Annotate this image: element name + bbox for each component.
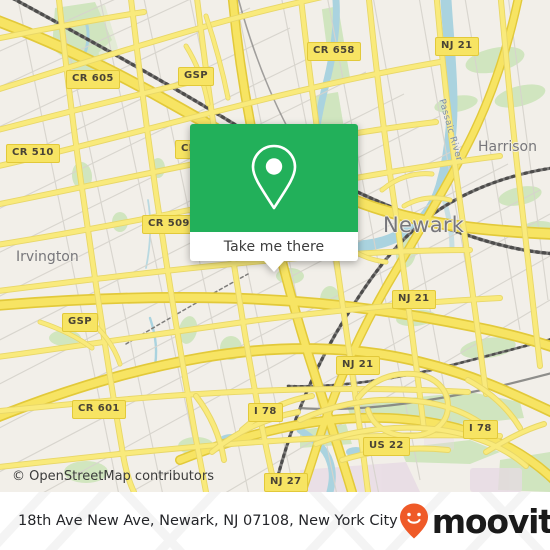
moovit-map-screenshot: Newark Harrison Irvington Passaic River … — [0, 0, 550, 550]
popup-pointer-tail — [264, 261, 284, 272]
location-address-text: 18th Ave New Ave, Newark, NJ 07108, New … — [18, 513, 398, 529]
road-shield-i-78-east[interactable]: I 78 — [463, 420, 498, 439]
moovit-wordmark: moovit — [431, 501, 550, 541]
road-shield-nj-21-north[interactable]: NJ 21 — [435, 37, 479, 56]
road-shield-cr-601[interactable]: CR 601 — [72, 400, 126, 419]
openstreetmap-attribution[interactable]: © OpenStreetMap contributors — [12, 469, 214, 484]
road-shield-nj-27[interactable]: NJ 27 — [264, 473, 308, 492]
road-shield-us-22[interactable]: US 22 — [363, 437, 410, 456]
popup-header — [190, 124, 358, 232]
road-shield-cr-658[interactable]: CR 658 — [307, 42, 361, 61]
road-shield-cr-509[interactable]: CR 509 — [142, 215, 196, 234]
road-shield-i-78-west[interactable]: I 78 — [248, 403, 283, 422]
road-shield-nj-21-south[interactable]: NJ 21 — [336, 356, 380, 375]
moovit-brand-logo[interactable]: moovit — [398, 502, 550, 540]
road-shield-gsp-south[interactable]: GSP — [62, 313, 98, 332]
road-shield-cr-605[interactable]: CR 605 — [66, 70, 120, 89]
road-shield-nj-21-mid[interactable]: NJ 21 — [392, 290, 436, 309]
footer-bar: 18th Ave New Ave, Newark, NJ 07108, New … — [0, 492, 550, 550]
moovit-smiley-pin-icon — [399, 503, 428, 539]
popup-action-bar[interactable]: Take me there — [190, 232, 358, 272]
map-pin-icon — [251, 144, 297, 210]
road-shield-cr-510[interactable]: CR 510 — [6, 144, 60, 163]
location-popup-card[interactable]: Take me there — [190, 124, 358, 272]
road-shield-gsp-north[interactable]: GSP — [178, 67, 214, 86]
take-me-there-label: Take me there — [223, 238, 325, 255]
